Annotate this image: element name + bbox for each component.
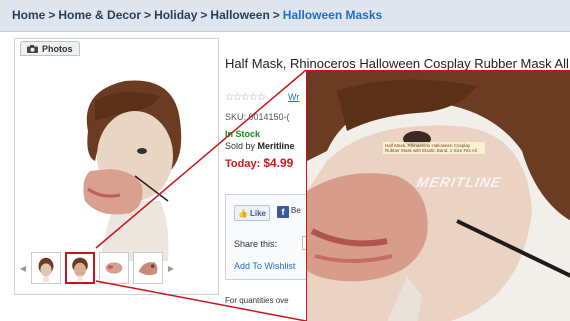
breadcrumb-holiday[interactable]: Holiday bbox=[154, 8, 197, 22]
main-product-photo[interactable] bbox=[50, 61, 200, 261]
reviews-link[interactable]: Wr bbox=[288, 92, 299, 102]
thumb-next-arrow-icon[interactable]: ▶ bbox=[167, 264, 175, 273]
facebook-text: Be bbox=[291, 206, 301, 215]
meritline-watermark: MERITLINE bbox=[415, 174, 504, 190]
thumbs-up-icon: 👍 bbox=[238, 208, 248, 218]
sold-by: Sold by Meritline bbox=[225, 141, 295, 151]
photo-panel: Photos ◀ ▶ bbox=[14, 38, 219, 295]
seller-link[interactable]: Meritline bbox=[258, 141, 295, 151]
facebook-icon[interactable]: f bbox=[277, 206, 289, 218]
thumbnail[interactable] bbox=[31, 252, 61, 284]
breadcrumb-current[interactable]: Halloween Masks bbox=[283, 8, 382, 22]
zoomed-mask-photo bbox=[307, 71, 570, 321]
breadcrumb-separator: > bbox=[200, 8, 208, 22]
like-button[interactable]: 👍 Like bbox=[234, 205, 270, 221]
sold-by-prefix: Sold by bbox=[225, 141, 256, 151]
share-label: Share this: bbox=[234, 239, 278, 249]
camera-icon bbox=[27, 45, 38, 53]
stock-status: In Stock bbox=[225, 129, 261, 139]
breadcrumb-separator: > bbox=[48, 8, 56, 22]
share-box: 👍 Like f Be Share this: Add To Wishlist bbox=[225, 194, 314, 280]
zoom-product-label: Half Mask, Rhinoceros Halloween Cosplay … bbox=[383, 142, 485, 154]
thumb-prev-arrow-icon[interactable]: ◀ bbox=[19, 264, 27, 273]
sku-text: SKU: 0014150-( bbox=[225, 112, 290, 122]
price-value: $4.99 bbox=[263, 156, 294, 170]
breadcrumb: Home > Home & Decor > Holiday > Halloween > Hall… bbox=[0, 0, 570, 32]
breadcrumb-halloween[interactable]: Halloween bbox=[210, 8, 269, 22]
breadcrumb-separator: > bbox=[144, 8, 152, 22]
thumbnail[interactable] bbox=[133, 252, 163, 284]
add-to-wishlist-link[interactable]: Add To Wishlist bbox=[234, 261, 295, 271]
breadcrumb-home-decor[interactable]: Home & Decor bbox=[58, 8, 141, 22]
price-line: Today: $4.99 bbox=[225, 156, 293, 170]
breadcrumb-separator: > bbox=[272, 8, 280, 22]
photos-tab[interactable]: Photos bbox=[20, 41, 80, 56]
thumbnail-selected[interactable] bbox=[65, 252, 95, 284]
zoom-inset: Half Mask, Rhinoceros Halloween Cosplay … bbox=[306, 70, 570, 321]
star-rating[interactable]: ☆☆☆☆☆ bbox=[225, 92, 266, 103]
price-label: Today: bbox=[225, 158, 261, 170]
breadcrumb-home[interactable]: Home bbox=[12, 8, 45, 22]
thumbnail-strip: ◀ ▶ bbox=[19, 249, 214, 287]
quantity-note: For quantities ove bbox=[225, 296, 289, 305]
thumbnail[interactable] bbox=[99, 252, 129, 284]
photos-tab-label: Photos bbox=[42, 44, 73, 54]
like-label: Like bbox=[249, 208, 266, 218]
